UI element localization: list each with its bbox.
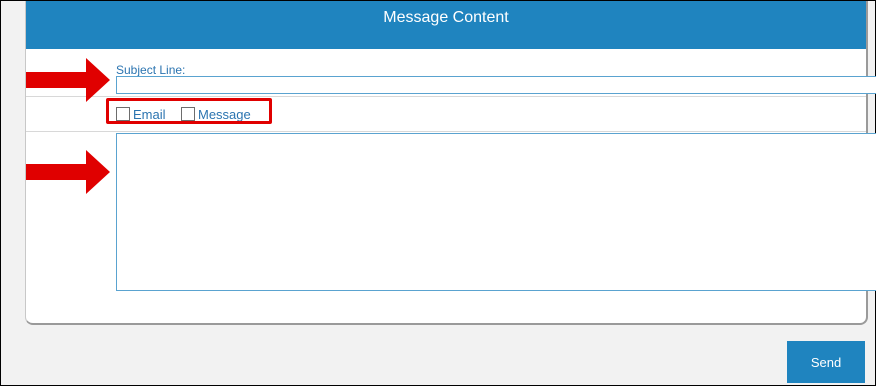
divider	[26, 131, 866, 132]
divider	[26, 96, 866, 97]
panel-header: Message Content	[26, 1, 866, 49]
highlight-box	[106, 98, 272, 124]
subject-line-label: Subject Line:	[116, 63, 186, 77]
subject-line-input[interactable]	[116, 76, 876, 94]
message-body-textarea[interactable]	[116, 133, 876, 291]
panel-title: Message Content	[383, 9, 509, 26]
red-arrow-icon	[26, 58, 110, 102]
screenshot-frame: Message Content Subject Line: Email Mess…	[0, 0, 876, 386]
red-arrow-icon	[26, 150, 110, 194]
send-button[interactable]: Send	[787, 341, 865, 383]
message-content-panel: Message Content Subject Line: Email Mess…	[25, 1, 876, 325]
